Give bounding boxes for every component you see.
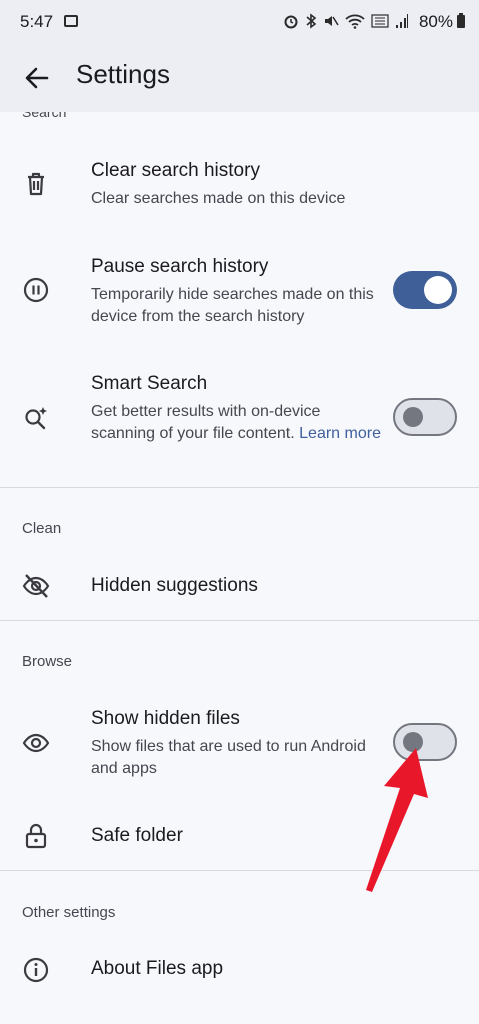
smart-search-subtitle: Get better results with on-device scanni… (91, 401, 381, 445)
smart-search-description: Get better results with on-device scanni… (91, 403, 321, 442)
page-title: Settings (76, 59, 170, 89)
status-icons (283, 13, 409, 29)
clear-search-history-title: Clear search history (91, 160, 260, 181)
app-bar-extension (0, 104, 479, 112)
section-header-browse: Browse (22, 653, 73, 670)
smart-search-icon (25, 407, 47, 430)
lock-icon (25, 823, 47, 849)
divider (0, 620, 479, 621)
alarm-icon (284, 15, 298, 29)
clear-search-history-subtitle: Clear searches made on this device (91, 190, 346, 207)
pause-icon (23, 277, 49, 303)
annotation-arrow-icon (366, 748, 428, 892)
status-time: 5:47 (20, 12, 54, 31)
mute-icon (325, 16, 339, 26)
show-hidden-files-subtitle: Show files that are used to run Android … (91, 738, 366, 777)
divider (0, 487, 479, 488)
signal-icon (396, 14, 408, 28)
eye-icon (22, 733, 50, 753)
status-bar: 5:47 80% (0, 0, 479, 44)
toggle-knob (424, 276, 452, 304)
section-header-other: Other settings (22, 904, 116, 921)
eye-off-icon (22, 574, 50, 598)
settings-screen: 5:47 80% Settings Search Clear search hi… (0, 0, 479, 1024)
safe-folder-title: Safe folder (91, 825, 183, 846)
bluetooth-icon (306, 13, 317, 29)
pause-search-history-toggle[interactable] (393, 271, 457, 309)
image-icon (64, 15, 78, 27)
wifi-icon (345, 14, 365, 29)
pause-search-history-title: Pause search history (91, 256, 269, 277)
learn-more-link[interactable]: Learn more (299, 425, 381, 442)
smart-search-toggle[interactable] (393, 398, 457, 436)
about-files-app-title: About Files app (91, 958, 224, 979)
show-hidden-files-title: Show hidden files (91, 708, 240, 729)
toggle-knob (403, 407, 423, 427)
info-icon (23, 957, 49, 983)
section-header-clean: Clean (22, 520, 62, 537)
pause-search-history-subtitle: Temporarily hide searches made on this d… (91, 286, 374, 325)
hidden-suggestions-title: Hidden suggestions (91, 575, 258, 596)
battery-icon (457, 13, 465, 28)
battery-percent: 80% (418, 12, 453, 31)
smart-search-title: Smart Search (91, 373, 208, 394)
app-bar: Settings (0, 44, 479, 112)
back-arrow-icon[interactable] (20, 61, 54, 95)
trash-icon (28, 172, 44, 196)
volte-icon (371, 14, 389, 28)
